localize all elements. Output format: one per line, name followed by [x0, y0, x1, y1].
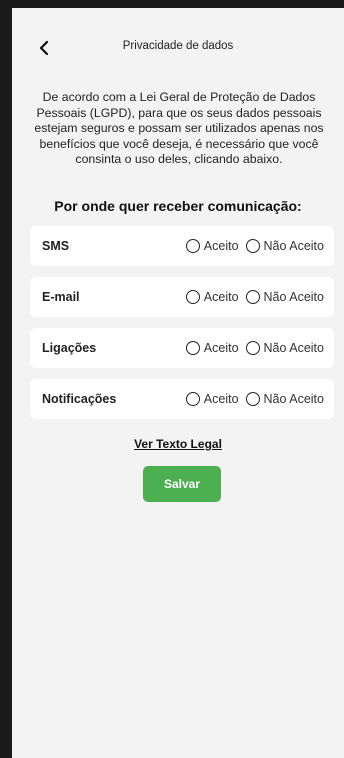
radio-icon[interactable] — [245, 392, 260, 406]
radio-icon[interactable] — [185, 392, 200, 406]
save-button[interactable]: Salvar — [143, 466, 221, 502]
radio-icon[interactable] — [185, 239, 200, 253]
radio-icon[interactable] — [185, 341, 200, 355]
accept-radio[interactable]: Aceito — [185, 290, 239, 304]
decline-label: Não Aceito — [263, 290, 324, 304]
decline-label: Não Aceito — [263, 341, 324, 355]
legal-text-link[interactable]: Ver Texto Legal — [134, 437, 222, 451]
channel-label: Notificações — [42, 392, 117, 406]
channel-row-calls: Ligações Aceito Não Aceito — [30, 328, 334, 368]
decline-radio[interactable]: Não Aceito — [245, 290, 324, 304]
accept-radio[interactable]: Aceito — [185, 341, 239, 355]
accept-label: Aceito — [203, 392, 239, 406]
page-title: Privacidade de dados — [122, 40, 234, 52]
decline-radio[interactable]: Não Aceito — [245, 341, 324, 355]
radio-icon[interactable] — [245, 341, 260, 355]
channel-label: SMS — [42, 239, 70, 253]
channel-row-email: E-mail Aceito Não Aceito — [30, 277, 334, 317]
radio-icon[interactable] — [245, 239, 260, 253]
accept-label: Aceito — [203, 341, 239, 355]
decline-radio[interactable]: Não Aceito — [245, 392, 324, 406]
legal-text-container: Ver Texto Legal — [12, 435, 344, 453]
channel-row-notifications: Notificações Aceito Não Aceito — [30, 379, 334, 419]
decline-label: Não Aceito — [263, 239, 324, 253]
radio-icon[interactable] — [185, 290, 200, 304]
decline-radio[interactable]: Não Aceito — [245, 239, 324, 253]
section-title: Por onde quer receber comunicação: — [54, 198, 302, 214]
header: Privacidade de dados — [12, 36, 344, 60]
decline-label: Não Aceito — [263, 392, 324, 406]
accept-radio[interactable]: Aceito — [185, 239, 239, 253]
channel-label: E-mail — [42, 290, 80, 304]
channel-list: SMS Aceito Não Aceito E-mail Aceito Não … — [30, 226, 334, 430]
accept-radio[interactable]: Aceito — [185, 392, 239, 406]
accept-label: Aceito — [203, 239, 239, 253]
channel-row-sms: SMS Aceito Não Aceito — [30, 226, 334, 266]
radio-icon[interactable] — [245, 290, 260, 304]
lgpd-intro-text: De acordo com a Lei Geral de Proteção de… — [34, 90, 324, 166]
privacy-screen: Privacidade de dados De acordo com a Lei… — [12, 8, 344, 758]
accept-label: Aceito — [203, 290, 239, 304]
channel-label: Ligações — [42, 341, 97, 355]
